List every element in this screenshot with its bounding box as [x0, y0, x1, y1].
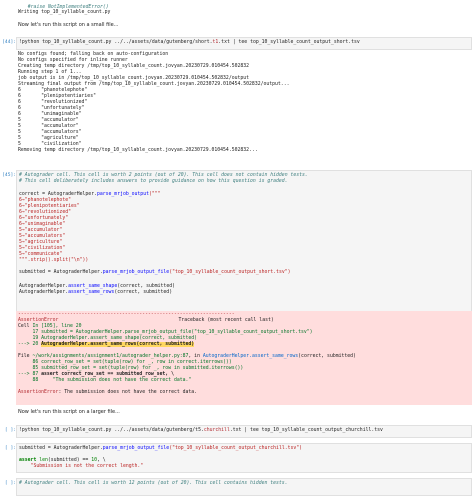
writing-output: Writing top_10_syllable_count.py: [18, 10, 111, 15]
code-line: !python top_10_syllable_count.py ../../a…: [19, 428, 383, 433]
code-line: submitted = AutograderHelper.parse_mrjob…: [19, 446, 303, 451]
cell-prompt: [45]:: [2, 173, 16, 178]
output-line: Removing temp directory /tmp/top_10_syll…: [18, 148, 258, 153]
code-line: submitted = AutograderHelper.parse_mrjob…: [19, 270, 291, 275]
markdown-larger-file: Now let's run this script on a larger fi…: [18, 409, 120, 415]
markdown-small-file: Now let's run this script on a small fil…: [18, 22, 119, 28]
cell-prompt: [ ]:: [4, 446, 16, 451]
code-cell-check-churchill[interactable]: submitted = AutograderHelper.parse_mrjob…: [16, 443, 472, 473]
code-line: AutograderHelper.assert_same_rows(correc…: [19, 290, 173, 295]
code-line: "Submission is not the correct length.": [19, 464, 144, 469]
cell-prompt: [ ]:: [4, 481, 16, 486]
trace-line-current: ---> 20 AutograderHelper.assert_same_row…: [18, 342, 195, 347]
cell-prompt: [ ]:: [4, 428, 16, 433]
trace-line: 88 "The submission does not have the cor…: [18, 378, 192, 383]
code-cell-autograder-hidden[interactable]: # Autograder cell. This cell is worth 12…: [16, 478, 472, 496]
code-line: !python top_10_syllable_count.py ../../a…: [19, 40, 360, 45]
error-message: AssertionError: The submission does not …: [18, 390, 198, 395]
code-comment: # Autograder cell. This cell is worth 12…: [19, 481, 288, 486]
code-cell-autograder-short[interactable]: # Autograder cell. This cell is worth 2 …: [16, 170, 472, 312]
code-line: """.strip().split("\n")): [19, 258, 89, 263]
code-comment: # This cell deliberately includes answer…: [19, 179, 288, 184]
code-cell-run-short[interactable]: !python top_10_syllable_count.py ../../a…: [16, 37, 472, 50]
error-output: ----------------------------------------…: [16, 311, 472, 405]
code-cell-run-churchill[interactable]: !python top_10_syllable_count.py ../../a…: [16, 425, 472, 438]
cell-prompt: [44]:: [2, 40, 16, 45]
